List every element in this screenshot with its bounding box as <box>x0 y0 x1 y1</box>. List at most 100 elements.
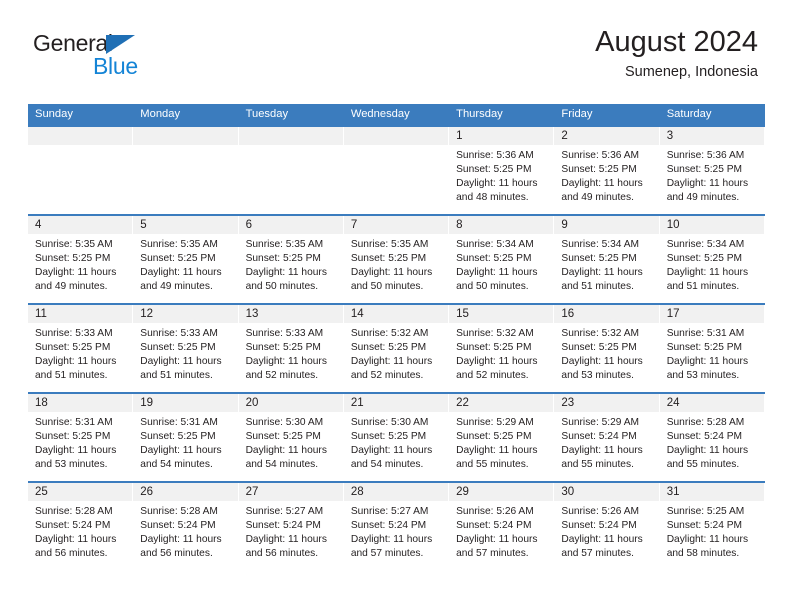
weekday-header-monday: Monday <box>140 108 181 120</box>
daylight-text-line2: and 54 minutes. <box>140 459 213 471</box>
sunset-text: Sunset: 5:25 PM <box>561 342 637 354</box>
day-details <box>28 145 132 149</box>
calendar-day-cell[interactable]: 14 Sunrise: 5:32 AM Sunset: 5:25 PM Dayl… <box>343 305 450 392</box>
calendar-day-cell[interactable]: 10 Sunrise: 5:34 AM Sunset: 5:25 PM Dayl… <box>659 216 765 303</box>
page-header: General Blue August 2024 Sumenep, Indone… <box>0 0 792 80</box>
day-details: Sunrise: 5:25 AM Sunset: 5:24 PM Dayligh… <box>660 501 764 561</box>
daylight-text-line2: and 52 minutes. <box>456 370 529 382</box>
sunrise-text: Sunrise: 5:31 AM <box>666 328 745 339</box>
calendar-day-cell[interactable]: 15 Sunrise: 5:32 AM Sunset: 5:25 PM Dayl… <box>449 305 555 392</box>
day-details <box>239 145 343 149</box>
calendar-day-cell[interactable]: 17 Sunrise: 5:31 AM Sunset: 5:25 PM Dayl… <box>659 305 765 392</box>
brand-logo[interactable]: General Blue <box>33 24 153 78</box>
calendar-day-cell[interactable]: 2 Sunrise: 5:36 AM Sunset: 5:25 PM Dayli… <box>554 127 660 214</box>
calendar-day-cell[interactable] <box>28 127 134 214</box>
daylight-text-line1: Daylight: 11 hours <box>561 356 643 368</box>
day-number: 1 <box>449 127 554 145</box>
calendar-day-cell[interactable]: 26 Sunrise: 5:28 AM Sunset: 5:24 PM Dayl… <box>133 483 239 570</box>
calendar-day-cell[interactable]: 30 Sunrise: 5:26 AM Sunset: 5:24 PM Dayl… <box>554 483 660 570</box>
calendar-day-cell[interactable]: 1 Sunrise: 5:36 AM Sunset: 5:25 PM Dayli… <box>449 127 555 214</box>
calendar-day-cell[interactable]: 4 Sunrise: 5:35 AM Sunset: 5:25 PM Dayli… <box>28 216 134 303</box>
day-details: Sunrise: 5:27 AM Sunset: 5:24 PM Dayligh… <box>344 501 448 561</box>
daylight-text-line1: Daylight: 11 hours <box>35 267 117 279</box>
daylight-text-line2: and 50 minutes. <box>456 281 529 293</box>
day-number: 25 <box>28 483 133 501</box>
sunset-text: Sunset: 5:24 PM <box>561 520 637 532</box>
day-details: Sunrise: 5:36 AM Sunset: 5:25 PM Dayligh… <box>449 145 553 205</box>
day-number: 9 <box>554 216 659 234</box>
daylight-text-line1: Daylight: 11 hours <box>350 534 433 546</box>
calendar-day-cell[interactable]: 29 Sunrise: 5:26 AM Sunset: 5:24 PM Dayl… <box>449 483 555 570</box>
day-number: 14 <box>343 305 449 323</box>
calendar-day-cell[interactable]: 16 Sunrise: 5:32 AM Sunset: 5:25 PM Dayl… <box>554 305 660 392</box>
day-number: 23 <box>554 394 659 412</box>
calendar-day-cell[interactable]: 7 Sunrise: 5:35 AM Sunset: 5:25 PM Dayli… <box>343 216 450 303</box>
daylight-text-line2: and 53 minutes. <box>35 459 108 471</box>
day-number: 30 <box>554 483 659 501</box>
day-number: 16 <box>554 305 659 323</box>
calendar-day-cell[interactable]: 25 Sunrise: 5:28 AM Sunset: 5:24 PM Dayl… <box>28 483 134 570</box>
calendar-week-row: 4 Sunrise: 5:35 AM Sunset: 5:25 PM Dayli… <box>28 214 765 303</box>
calendar-day-cell[interactable] <box>238 127 344 214</box>
sunrise-text: Sunrise: 5:28 AM <box>35 506 113 517</box>
sunrise-text: Sunrise: 5:34 AM <box>561 239 639 250</box>
day-number <box>343 127 449 145</box>
calendar-day-cell[interactable]: 13 Sunrise: 5:33 AM Sunset: 5:25 PM Dayl… <box>238 305 344 392</box>
day-number: 24 <box>659 394 764 412</box>
calendar-day-cell[interactable]: 3 Sunrise: 5:36 AM Sunset: 5:25 PM Dayli… <box>659 127 765 214</box>
day-details: Sunrise: 5:34 AM Sunset: 5:25 PM Dayligh… <box>660 234 764 294</box>
calendar-week-row: 1 Sunrise: 5:36 AM Sunset: 5:25 PM Dayli… <box>28 125 765 214</box>
brand-logo-blue-text: Blue <box>93 53 138 79</box>
day-details: Sunrise: 5:32 AM Sunset: 5:25 PM Dayligh… <box>449 323 553 383</box>
day-number: 26 <box>133 483 238 501</box>
calendar-day-cell[interactable]: 23 Sunrise: 5:29 AM Sunset: 5:24 PM Dayl… <box>554 394 660 481</box>
daylight-text-line1: Daylight: 11 hours <box>245 445 327 457</box>
sunset-text: Sunset: 5:25 PM <box>245 431 321 443</box>
calendar-day-cell[interactable] <box>133 127 239 214</box>
day-details: Sunrise: 5:36 AM Sunset: 5:25 PM Dayligh… <box>554 145 658 205</box>
sunset-text: Sunset: 5:25 PM <box>456 253 532 265</box>
calendar-day-cell[interactable]: 5 Sunrise: 5:35 AM Sunset: 5:25 PM Dayli… <box>133 216 239 303</box>
day-details <box>344 145 448 149</box>
sunrise-text: Sunrise: 5:35 AM <box>350 239 429 250</box>
daylight-text-line2: and 49 minutes. <box>561 192 634 204</box>
calendar-day-cell[interactable]: 24 Sunrise: 5:28 AM Sunset: 5:24 PM Dayl… <box>659 394 765 481</box>
daylight-text-line1: Daylight: 11 hours <box>350 356 433 368</box>
sunset-text: Sunset: 5:25 PM <box>35 253 111 265</box>
calendar-day-cell[interactable]: 22 Sunrise: 5:29 AM Sunset: 5:25 PM Dayl… <box>449 394 555 481</box>
calendar-day-cell[interactable]: 9 Sunrise: 5:34 AM Sunset: 5:25 PM Dayli… <box>554 216 660 303</box>
calendar-day-cell[interactable]: 27 Sunrise: 5:27 AM Sunset: 5:24 PM Dayl… <box>238 483 344 570</box>
day-details: Sunrise: 5:31 AM Sunset: 5:25 PM Dayligh… <box>660 323 764 383</box>
daylight-text-line1: Daylight: 11 hours <box>245 534 327 546</box>
calendar-day-cell[interactable]: 8 Sunrise: 5:34 AM Sunset: 5:25 PM Dayli… <box>449 216 555 303</box>
day-details: Sunrise: 5:35 AM Sunset: 5:25 PM Dayligh… <box>28 234 132 294</box>
sunrise-text: Sunrise: 5:32 AM <box>456 328 534 339</box>
calendar-day-cell[interactable]: 20 Sunrise: 5:30 AM Sunset: 5:25 PM Dayl… <box>238 394 344 481</box>
day-number: 29 <box>449 483 554 501</box>
calendar-day-cell[interactable] <box>343 127 450 214</box>
day-number: 22 <box>449 394 554 412</box>
day-number: 27 <box>238 483 343 501</box>
sunrise-text: Sunrise: 5:26 AM <box>456 506 534 517</box>
calendar-day-cell[interactable]: 19 Sunrise: 5:31 AM Sunset: 5:25 PM Dayl… <box>133 394 239 481</box>
day-number: 17 <box>659 305 764 323</box>
daylight-text-line2: and 55 minutes. <box>666 459 740 471</box>
calendar-day-cell[interactable]: 18 Sunrise: 5:31 AM Sunset: 5:25 PM Dayl… <box>28 394 134 481</box>
daylight-text-line1: Daylight: 11 hours <box>666 356 749 368</box>
weekday-header-saturday: Saturday <box>666 108 712 120</box>
calendar-day-cell[interactable]: 6 Sunrise: 5:35 AM Sunset: 5:25 PM Dayli… <box>238 216 344 303</box>
calendar-day-cell[interactable]: 28 Sunrise: 5:27 AM Sunset: 5:24 PM Dayl… <box>343 483 450 570</box>
calendar-day-cell[interactable]: 31 Sunrise: 5:25 AM Sunset: 5:24 PM Dayl… <box>659 483 765 570</box>
daylight-text-line2: and 51 minutes. <box>35 370 108 382</box>
day-details: Sunrise: 5:29 AM Sunset: 5:24 PM Dayligh… <box>554 412 658 472</box>
calendar-day-cell[interactable]: 21 Sunrise: 5:30 AM Sunset: 5:25 PM Dayl… <box>343 394 450 481</box>
calendar-day-cell[interactable]: 12 Sunrise: 5:33 AM Sunset: 5:25 PM Dayl… <box>133 305 239 392</box>
day-details: Sunrise: 5:28 AM Sunset: 5:24 PM Dayligh… <box>28 501 132 561</box>
daylight-text-line2: and 57 minutes. <box>456 548 529 560</box>
calendar-day-cell[interactable]: 11 Sunrise: 5:33 AM Sunset: 5:25 PM Dayl… <box>28 305 134 392</box>
day-details: Sunrise: 5:35 AM Sunset: 5:25 PM Dayligh… <box>344 234 448 294</box>
day-details: Sunrise: 5:34 AM Sunset: 5:25 PM Dayligh… <box>554 234 658 294</box>
day-number: 28 <box>343 483 449 501</box>
day-number: 2 <box>554 127 659 145</box>
sunrise-text: Sunrise: 5:32 AM <box>561 328 639 339</box>
